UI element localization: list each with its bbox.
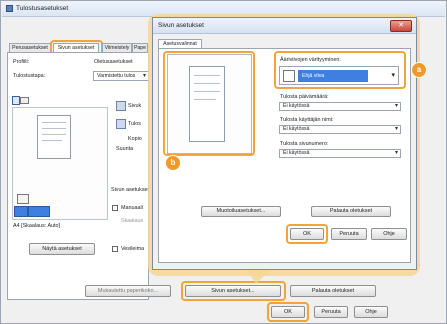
page-size-icon [116,101,126,111]
orientation-buttons[interactable] [12,204,52,217]
watermark-checkbox[interactable] [112,246,118,252]
popup-ok-button[interactable]: OK [290,228,324,240]
landscape-orientation-icon[interactable] [28,206,50,217]
page-options-dialog: Sivun asetukset ✕ Asetusvalinnat Äärivii… [152,17,417,270]
copies-label: Kopio [128,136,142,142]
date-label: Tulosta päivämäärä: [280,94,329,100]
page-layout-icon [283,70,295,82]
show-settings-button[interactable]: Näytä asetukset [29,243,95,255]
printer-icon [6,5,13,12]
orientation-label: Suunta [116,146,134,152]
portrait-icon[interactable] [12,96,20,105]
popup-title-bar: Sivun asetukset ✕ [153,18,416,34]
dropdown-arrow-icon: ▾ [391,72,395,79]
profile-value[interactable]: Oletusasetukset [94,59,133,65]
scale-label: Skaalaus [121,218,144,224]
custom-paper-size-button[interactable]: Mukautettu paperikoko... [85,285,171,297]
manual-scale-label: Manuaali [121,205,143,211]
popup-title: Sivun asetukset [158,22,204,29]
paper-size-summary: A4 [Skaalaus: Auto] [13,223,61,229]
page-number-select[interactable]: Ei käytössä [279,149,401,158]
portrait-orientation-icon[interactable] [14,206,28,217]
page-number-label: Tulosta sivunumero: [280,141,329,147]
landscape-icon[interactable] [20,97,29,104]
watermark-label: Vesileima [121,246,145,252]
layout-toggle-icons[interactable] [12,96,29,105]
user-name-select[interactable]: Ei käytössä [279,125,401,134]
border-setting-label: Ääriviivojen värityyminen: [280,57,341,63]
restore-defaults-button[interactable]: Palauta oletukset [290,285,376,297]
output-size-icon [116,119,126,129]
popup-restore-defaults-button[interactable]: Palauta oletukset [311,206,391,217]
user-name-label: Tulosta käyttäjän nimi: [280,117,334,123]
close-icon[interactable]: ✕ [390,20,412,32]
format-settings-button[interactable]: Muotoiluasetukset... [201,206,281,217]
page-options-button[interactable]: Sivun asetukset... [185,285,281,297]
page-size-label: Sivuk [128,103,142,109]
main-preview-page [37,115,71,159]
popup-cancel-button[interactable]: Peruuta [331,228,367,240]
border-setting-value: Ehjä viiva [298,70,368,82]
callout-badge-b: b [165,155,181,171]
manual-scale-checkbox[interactable] [112,205,118,211]
profile-label: Profiili: [13,59,30,65]
main-window-title: Tulostusasetukset [16,5,69,12]
stack-icon [17,194,29,204]
output-method-label: Tulostustapa: [13,73,46,79]
main-ok-button[interactable]: OK [271,306,305,318]
page-settings-label: Sivun asetukset [111,187,150,193]
callout-badge-a: a [411,62,427,78]
output-size-label: Tulos [128,121,141,127]
popup-help-button[interactable]: Ohje [371,228,407,240]
preview-highlight [163,51,255,156]
date-select[interactable]: Ei käytössä [279,102,401,111]
main-cancel-button[interactable]: Peruuta [314,306,348,318]
border-setting-select[interactable]: Ehjä viiva ▾ [279,66,399,85]
main-help-button[interactable]: Ohje [354,306,388,318]
output-method-select[interactable]: Varmistettu tulos [93,71,149,81]
